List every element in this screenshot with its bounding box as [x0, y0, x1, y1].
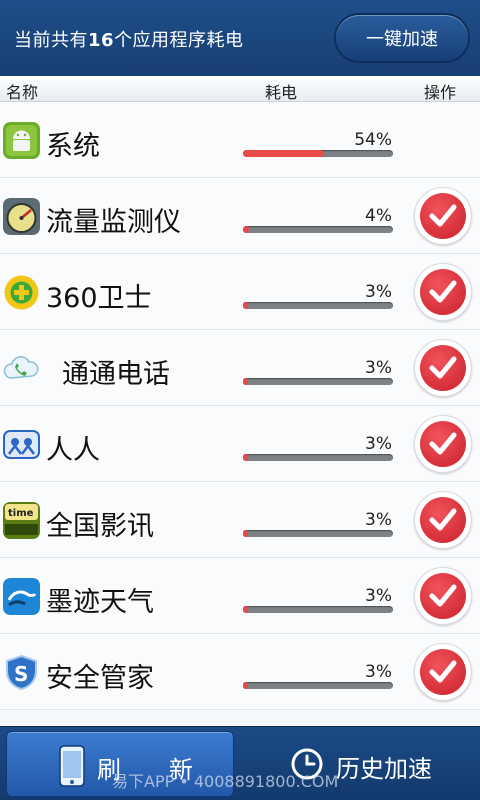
power-bar-fill [243, 606, 248, 613]
power-percent: 3% [365, 586, 392, 606]
kill-app-button[interactable] [414, 339, 472, 397]
kill-app-button[interactable] [414, 415, 472, 473]
power-percent: 3% [365, 358, 392, 378]
app-name: 安全管家 [46, 663, 154, 694]
svg-text:S: S [14, 662, 28, 686]
app-name: 全国影讯 [46, 511, 154, 542]
power-bar-fill [243, 378, 248, 385]
power-percent: 3% [365, 510, 392, 530]
power-percent: 3% [365, 282, 392, 302]
speedometer-icon [3, 198, 40, 235]
list-item[interactable]: time 全国影讯 3% [0, 482, 480, 558]
power-percent: 3% [365, 434, 392, 454]
app-count-text: 当前共有16个应用程序耗电 [14, 30, 244, 51]
android-icon [3, 122, 40, 159]
phone-icon [59, 745, 85, 787]
list-item[interactable]: 流量监测仪 4% [0, 178, 480, 254]
power-bar [243, 226, 393, 233]
kill-app-button[interactable] [414, 567, 472, 625]
power-bar-fill [243, 302, 248, 309]
power-bar [243, 302, 393, 309]
checkmark-icon [429, 204, 457, 227]
power-bar [243, 150, 393, 157]
app-name: 系统 [46, 131, 100, 162]
column-name: 名称 [6, 83, 39, 102]
svg-text:time: time [8, 508, 34, 519]
checkmark-icon [429, 356, 457, 379]
list-item[interactable]: S 安全管家 3% [0, 634, 480, 710]
kill-app-button[interactable] [414, 263, 472, 321]
column-header: 名称 耗电 操作 [0, 76, 480, 102]
checkmark-icon [429, 584, 457, 607]
power-bar-fill [243, 682, 248, 689]
power-bar [243, 378, 393, 385]
watermark: 易下APP • 4008891800.COM [112, 772, 339, 791]
list-item[interactable]: 系统 54% [0, 102, 480, 178]
power-bar-fill [243, 454, 248, 461]
kill-app-button[interactable] [414, 491, 472, 549]
app-name: 墨迹天气 [46, 587, 154, 618]
power-percent: 54% [354, 130, 392, 150]
power-bar [243, 530, 393, 537]
history-label: 历史加速 [336, 755, 432, 783]
list-item[interactable]: 墨迹天气 3% [0, 558, 480, 634]
app-list: 系统 54% 流量监测仪 4% 360卫士 3% 通通电话 3% 人人 3% time 全国影讯 3% 墨… [0, 102, 480, 726]
kill-app-button[interactable] [414, 187, 472, 245]
checkmark-icon [429, 432, 457, 455]
power-percent: 3% [365, 662, 392, 682]
one-key-speedup-button[interactable]: 一键加速 [334, 13, 470, 63]
power-bar-fill [243, 150, 324, 157]
power-bar-fill [243, 226, 249, 233]
power-bar-fill [243, 530, 248, 537]
app-name: 通通电话 [62, 359, 170, 390]
list-item[interactable]: 通通电话 3% [0, 330, 480, 406]
weather-icon [3, 578, 40, 615]
360-shield-icon [3, 274, 40, 311]
power-bar [243, 454, 393, 461]
app-name: 360卫士 [46, 283, 152, 314]
power-percent: 4% [365, 206, 392, 226]
checkmark-icon [429, 280, 457, 303]
power-bar [243, 682, 393, 689]
column-action: 操作 [424, 83, 457, 102]
kill-app-button[interactable] [414, 643, 472, 701]
list-item[interactable]: 360卫士 3% [0, 254, 480, 330]
checkmark-icon [429, 508, 457, 531]
top-bar: 当前共有16个应用程序耗电 一键加速 [0, 0, 480, 76]
cloud-phone-icon [3, 350, 40, 387]
mtime-icon: time [3, 502, 40, 539]
power-bar [243, 606, 393, 613]
app-name: 流量监测仪 [46, 207, 181, 238]
list-item[interactable]: 人人 3% [0, 406, 480, 482]
app-name: 人人 [46, 435, 100, 466]
column-power: 耗电 [265, 83, 298, 102]
security-s-icon: S [3, 654, 40, 691]
app-count: 16 [88, 30, 115, 51]
checkmark-icon [429, 660, 457, 683]
renren-icon [3, 426, 40, 463]
